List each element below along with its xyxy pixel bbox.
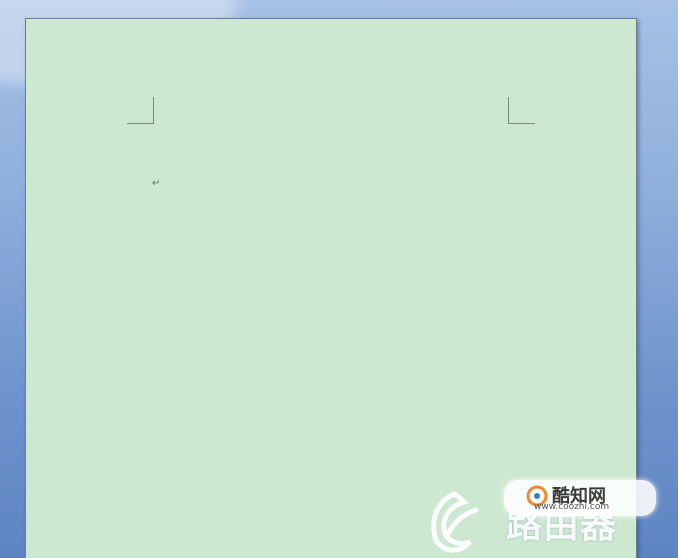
document-workspace: ↵ 路由器 酷知网 www.coozhi.com [0, 0, 678, 558]
margin-corner-top-right [508, 97, 535, 124]
site-url: www.coozhi.com [534, 502, 610, 512]
site-badge: 酷知网 www.coozhi.com [504, 480, 656, 516]
watermark: 路由器 酷知网 www.coozhi.com [420, 470, 670, 555]
margin-corner-top-left [127, 97, 154, 124]
leaf-logo-icon [431, 491, 479, 553]
paragraph-mark: ↵ [152, 178, 161, 189]
